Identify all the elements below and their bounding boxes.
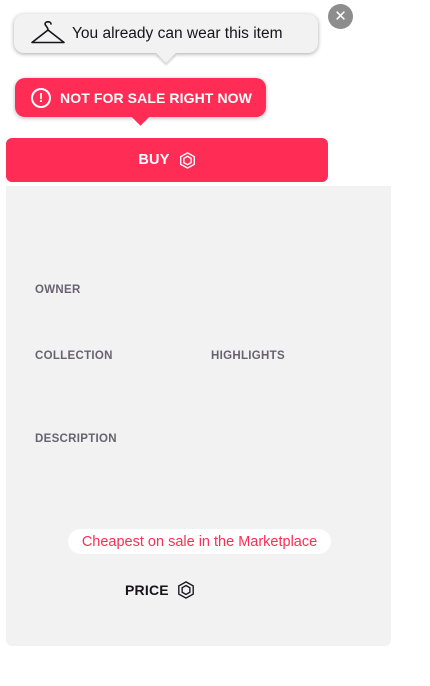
close-button[interactable]: ✕	[328, 4, 353, 29]
buy-button[interactable]: BUY	[6, 138, 328, 182]
buy-button-label: BUY	[138, 152, 170, 168]
item-details-panel: OWNER COLLECTION HIGHLIGHTS DESCRIPTION …	[6, 186, 391, 646]
highlights-label: HIGHLIGHTS	[211, 350, 285, 362]
owner-label: OWNER	[35, 284, 81, 296]
mana-hexagon-icon	[177, 581, 194, 599]
price-label: PRICE	[125, 582, 169, 598]
collection-label: COLLECTION	[35, 350, 113, 362]
item-detail-card: You already can wear this item ✕ ! NOT F…	[0, 0, 430, 686]
alert-circle-icon: !	[31, 87, 51, 108]
description-label: DESCRIPTION	[35, 433, 117, 445]
hanger-icon	[31, 20, 65, 43]
cheapest-badge-text: Cheapest on sale in the Marketplace	[81, 533, 318, 550]
wearable-tooltip-text: You already can wear this item	[72, 24, 283, 42]
cheapest-badge: Cheapest on sale in the Marketplace	[68, 529, 331, 554]
not-for-sale-text: NOT FOR SALE RIGHT NOW	[60, 89, 252, 106]
close-icon: ✕	[334, 8, 347, 25]
price-row: PRICE	[125, 581, 195, 599]
not-for-sale-tooltip: ! NOT FOR SALE RIGHT NOW	[15, 78, 266, 117]
mana-hexagon-icon	[179, 151, 195, 169]
wearable-tooltip: You already can wear this item	[14, 14, 318, 53]
